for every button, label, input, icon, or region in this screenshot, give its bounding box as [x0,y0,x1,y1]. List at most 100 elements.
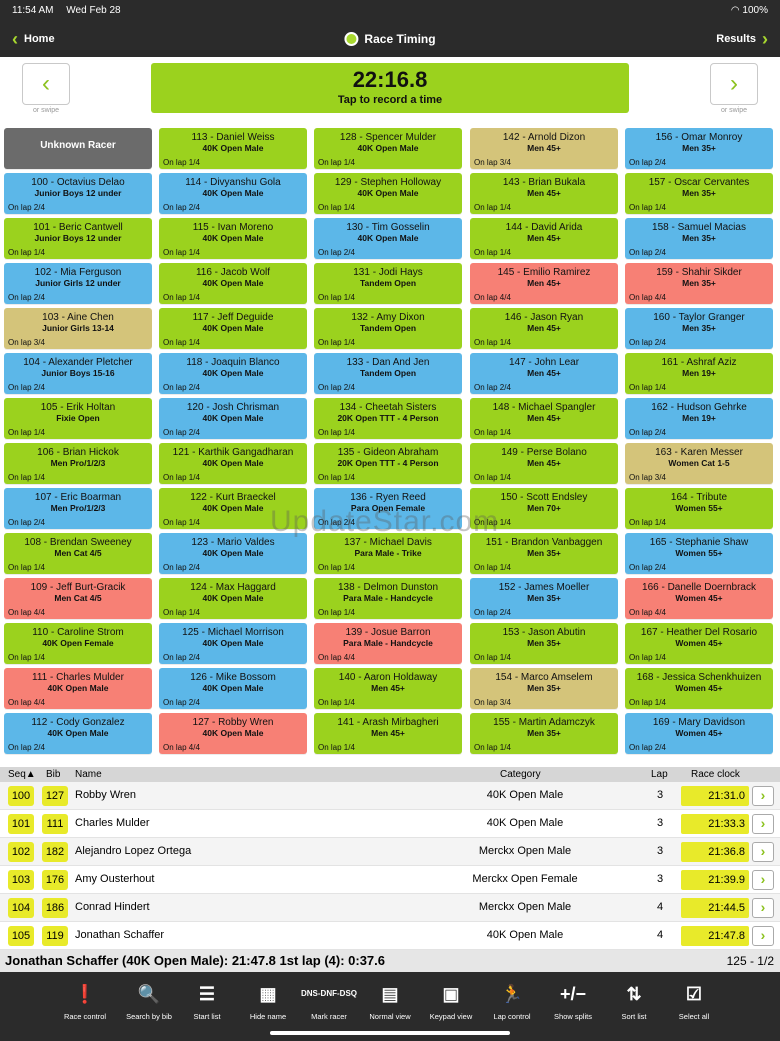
home-button[interactable]: ‹ Home [12,30,55,48]
header-race-clock[interactable]: Race clock [691,769,740,780]
racer-tile[interactable]: 142 - Arnold Dizon Men 45+ On lap 3/4 [470,128,618,169]
racer-tile[interactable]: 125 - Michael Morrison 40K Open Male On la… [159,623,307,664]
race-control-button[interactable]: ❗ Race control [55,982,115,1021]
racer-tile[interactable]: 137 - Michael Davis Para Male - Trike On l… [314,533,462,574]
racer-tile[interactable]: 158 - Samuel Macias Men 35+ On lap 2/4 [625,218,773,259]
racer-tile[interactable]: 134 - Cheetah Sisters 20K Open TTT - 4 Pe… [314,398,462,439]
racer-tile[interactable]: 111 - Charles Mulder 40K Open Male On lap … [4,668,152,709]
racer-tile[interactable]: 155 - Martin Adamczyk Men 35+ On lap 1/4 [470,713,618,754]
row-detail-button[interactable]: › [752,814,774,834]
row-detail-button[interactable]: › [752,926,774,946]
racer-tile[interactable]: Unknown Racer [4,128,152,169]
racer-tile[interactable]: 123 - Mario Valdes 40K Open Male On lap 2/… [159,533,307,574]
row-detail-button[interactable]: › [752,786,774,806]
header-category[interactable]: Category [500,769,541,780]
record-time-button[interactable]: 22:16.8 Tap to record a time [151,63,629,113]
racer-tile[interactable]: 103 - Aine Chen Junior Girls 13-14 On lap … [4,308,152,349]
racer-tile[interactable]: 169 - Mary Davidson Women 45+ On lap 2/4 [625,713,773,754]
search-by-bib-button[interactable]: 🔍 Search by bib [119,982,179,1021]
racer-tile[interactable]: 162 - Hudson Gehrke Men 19+ On lap 2/4 [625,398,773,439]
table-row[interactable]: 102 182 Alejandro Lopez Ortega Merckx Open … [0,838,780,866]
racer-tile[interactable]: 148 - Michael Spangler Men 45+ On lap 1/4 [470,398,618,439]
racer-tile[interactable]: 127 - Robby Wren 40K Open Male On lap 4/4 [159,713,307,754]
racer-tile[interactable]: 153 - Jason Abutin Men 35+ On lap 1/4 [470,623,618,664]
table-row[interactable]: 103 176 Amy Ousterhout Merckx Open Female 3 2… [0,866,780,894]
racer-tile[interactable]: 116 - Jacob Wolf 40K Open Male On lap 1/4 [159,263,307,304]
racer-tile[interactable]: 161 - Ashraf Aziz Men 19+ On lap 1/4 [625,353,773,394]
racer-tile[interactable]: 129 - Stephen Holloway 40K Open Male On la… [314,173,462,214]
racer-tile[interactable]: 164 - Tribute Women 55+ On lap 1/4 [625,488,773,529]
start-list-button[interactable]: ☰ Start list [177,982,237,1021]
racer-tile[interactable]: 117 - Jeff Deguide 40K Open Male On lap 1/… [159,308,307,349]
racer-tile[interactable]: 120 - Josh Chrisman 40K Open Male On lap 2… [159,398,307,439]
results-button[interactable]: Results › [716,30,768,48]
sort-list-button[interactable]: ⇅ Sort list [604,982,664,1021]
racer-tile[interactable]: 150 - Scott Endsley Men 70+ On lap 1/4 [470,488,618,529]
next-page-button[interactable]: › [710,63,758,105]
racer-tile[interactable]: 112 - Cody Gonzalez 40K Open Male On lap 2… [4,713,152,754]
racer-tile[interactable]: 133 - Dan And Jen Tandem Open On lap 2/4 [314,353,462,394]
racer-tile[interactable]: 156 - Omar Monroy Men 35+ On lap 2/4 [625,128,773,169]
header-seq[interactable]: Seq▲ [8,769,36,780]
racer-tile[interactable]: 124 - Max Haggard 40K Open Male On lap 1/4 [159,578,307,619]
keypad-view-button[interactable]: ▣ Keypad view [421,982,481,1021]
racer-tile[interactable]: 163 - Karen Messer Women Cat 1-5 On lap 3/… [625,443,773,484]
racer-tile[interactable]: 157 - Oscar Cervantes Men 35+ On lap 1/4 [625,173,773,214]
racer-tile[interactable]: 115 - Ivan Moreno 40K Open Male On lap 1/4 [159,218,307,259]
racer-tile[interactable]: 154 - Marco Amselem Men 35+ On lap 3/4 [470,668,618,709]
racer-tile[interactable]: 101 - Beric Cantwell Junior Boys 12 under… [4,218,152,259]
racer-tile[interactable]: 122 - Kurt Braeckel 40K Open Male On lap 1… [159,488,307,529]
racer-tile[interactable]: 147 - John Lear Men 45+ On lap 2/4 [470,353,618,394]
hide-name-button[interactable]: ▦ Hide name [238,982,298,1021]
racer-tile[interactable]: 131 - Jodi Hays Tandem Open On lap 1/4 [314,263,462,304]
row-detail-button[interactable]: › [752,842,774,862]
racer-tile[interactable]: 136 - Ryen Reed Para Open Female On lap 2/… [314,488,462,529]
racer-tile[interactable]: 146 - Jason Ryan Men 45+ On lap 1/4 [470,308,618,349]
racer-tile[interactable]: 102 - Mia Ferguson Junior Girls 12 under O… [4,263,152,304]
racer-tile[interactable]: 121 - Karthik Gangadharan 40K Open Male On… [159,443,307,484]
table-row[interactable]: 105 119 Jonathan Schaffer 40K Open Male 4 21:… [0,922,780,950]
table-row[interactable]: 101 111 Charles Mulder 40K Open Male 3 21:33.… [0,810,780,838]
racer-tile[interactable]: 152 - James Moeller Men 35+ On lap 2/4 [470,578,618,619]
select-all-button[interactable]: ☑ Select all [664,982,724,1021]
racer-tile[interactable]: 130 - Tim Gosselin 40K Open Male On lap 2/… [314,218,462,259]
racer-tile[interactable]: 114 - Divyanshu Gola 40K Open Male On lap … [159,173,307,214]
table-row[interactable]: 104 186 Conrad Hindert Merckx Open Male 4 21:… [0,894,780,922]
racer-tile[interactable]: 140 - Aaron Holdaway Men 45+ On lap 1/4 [314,668,462,709]
racer-tile[interactable]: 135 - Gideon Abraham 20K Open TTT - 4 Per… [314,443,462,484]
racer-tile[interactable]: 167 - Heather Del Rosario Women 45+ On lap… [625,623,773,664]
lap-control-button[interactable]: 🏃 Lap control [482,982,542,1021]
racer-tile[interactable]: 141 - Arash Mirbagheri Men 45+ On lap 1/4 [314,713,462,754]
racer-tile[interactable]: 100 - Octavius Delao Junior Boys 12 under… [4,173,152,214]
racer-tile[interactable]: 118 - Joaquin Blanco 40K Open Male On lap … [159,353,307,394]
header-bib[interactable]: Bib [46,769,60,780]
racer-tile[interactable]: 144 - David Arida Men 45+ On lap 1/4 [470,218,618,259]
racer-tile[interactable]: 138 - Delmon Dunston Para Male - Handcycl… [314,578,462,619]
racer-tile[interactable]: 128 - Spencer Mulder 40K Open Male On lap … [314,128,462,169]
racer-tile[interactable]: 160 - Taylor Granger Men 35+ On lap 2/4 [625,308,773,349]
racer-tile[interactable]: 108 - Brendan Sweeney Men Cat 4/5 On lap 1… [4,533,152,574]
racer-tile[interactable]: 149 - Perse Bolano Men 45+ On lap 1/4 [470,443,618,484]
racer-tile[interactable]: 105 - Erik Holtan Fixie Open On lap 1/4 [4,398,152,439]
racer-tile[interactable]: 126 - Mike Bossom 40K Open Male On lap 2/4 [159,668,307,709]
racer-tile[interactable]: 139 - Josue Barron Para Male - Handcycle O… [314,623,462,664]
racer-tile[interactable]: 166 - Danelle Doernbrack Women 45+ On lap … [625,578,773,619]
header-name[interactable]: Name [75,769,102,780]
racer-tile[interactable]: 165 - Stephanie Shaw Women 55+ On lap 2/4 [625,533,773,574]
racer-tile[interactable]: 110 - Caroline Strom 40K Open Female On la… [4,623,152,664]
racer-tile[interactable]: 151 - Brandon Vanbaggen Men 35+ On lap 1/4 [470,533,618,574]
racer-tile[interactable]: 104 - Alexander Pletcher Junior Boys 15-1… [4,353,152,394]
row-detail-button[interactable]: › [752,870,774,890]
racer-tile[interactable]: 145 - Emilio Ramirez Men 45+ On lap 4/4 [470,263,618,304]
table-row[interactable]: 100 127 Robby Wren 40K Open Male 3 21:31.0 › [0,782,780,810]
racer-tile[interactable]: 159 - Shahir Sikder Men 35+ On lap 4/4 [625,263,773,304]
row-detail-button[interactable]: › [752,898,774,918]
mark-racer-button[interactable]: DNS-DNF-DSQ Mark racer [299,982,359,1021]
racer-tile[interactable]: 132 - Amy Dixon Tandem Open On lap 1/4 [314,308,462,349]
racer-tile[interactable]: 113 - Daniel Weiss 40K Open Male On lap 1/… [159,128,307,169]
show-splits-button[interactable]: +/− Show splits [543,982,603,1021]
normal-view-button[interactable]: ▤ Normal view [360,982,420,1021]
prev-page-button[interactable]: ‹ [22,63,70,105]
racer-tile[interactable]: 106 - Brian Hickok Men Pro/1/2/3 On lap 1/… [4,443,152,484]
racer-tile[interactable]: 168 - Jessica Schenkhuizen Women 45+ On la… [625,668,773,709]
